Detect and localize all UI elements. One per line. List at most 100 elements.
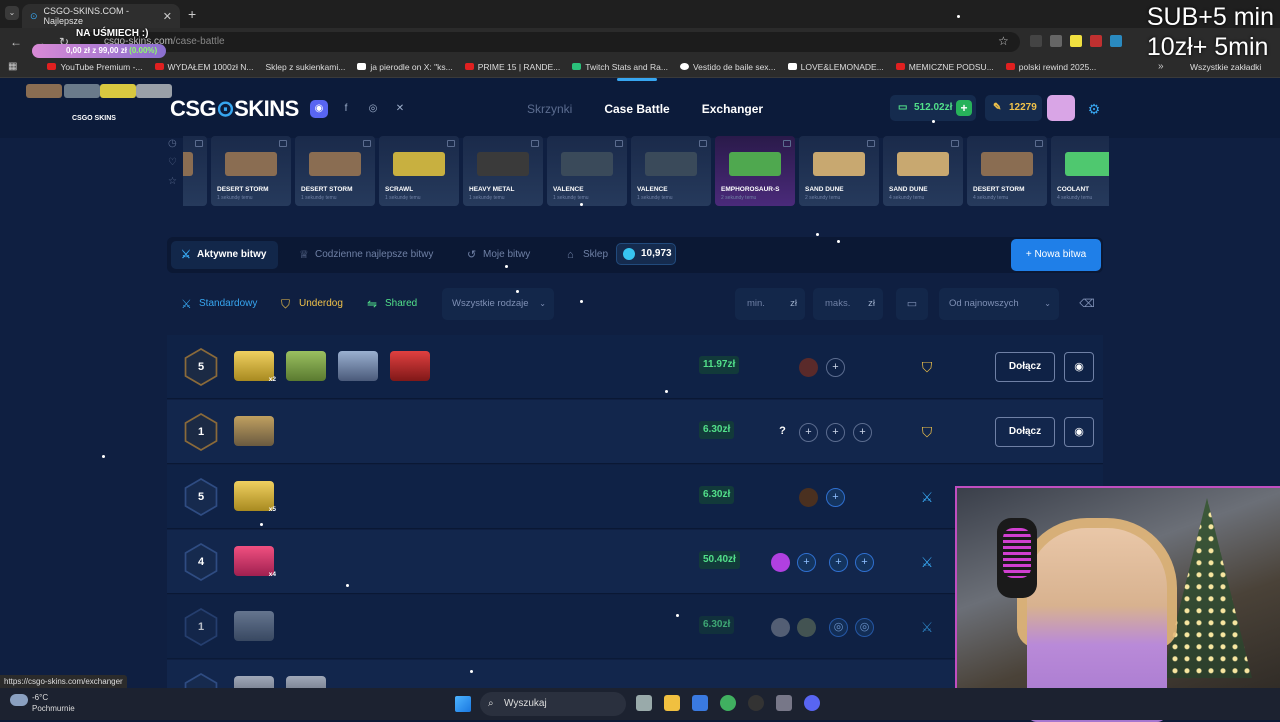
tab-daily-best[interactable]: ♕ Codzienne najlepsze bitwy: [289, 241, 433, 269]
filter-shared[interactable]: ⇋ Shared: [363, 288, 417, 320]
bookmark-item[interactable]: MEMICZNE PODSU...: [895, 62, 994, 72]
filter-standard[interactable]: ⚔ Standardowy: [177, 288, 257, 320]
file-explorer-icon[interactable]: [664, 695, 680, 711]
nav-exchanger[interactable]: Exchanger: [702, 102, 763, 116]
windows-start-icon[interactable]: [455, 696, 471, 712]
max-price-input[interactable]: maks. zł: [813, 288, 883, 320]
chrome-icon[interactable]: [720, 695, 736, 711]
empty-slot-plus-icon[interactable]: +: [855, 553, 874, 572]
drop-time: 1 sekundę temu: [469, 195, 505, 201]
bookmark-item[interactable]: LOVE&LEMONADE...: [787, 62, 884, 72]
new-tab-icon[interactable]: +: [188, 6, 196, 22]
empty-slot-plus-icon[interactable]: +: [826, 488, 845, 507]
coin-balance[interactable]: ✎ 12279: [985, 95, 1042, 121]
discord-icon[interactable]: ◉: [310, 100, 328, 118]
nav-cases[interactable]: Skrzynki: [527, 102, 572, 116]
bookmark-item[interactable]: PRIME 15 | RANDE...: [464, 62, 560, 72]
deposit-plus-icon[interactable]: +: [956, 100, 972, 116]
x-icon[interactable]: ✕: [391, 100, 409, 118]
empty-slot-plus-icon[interactable]: +: [797, 553, 816, 572]
store-icon[interactable]: [692, 695, 708, 711]
filter-underdog[interactable]: ⛉ Underdog: [277, 288, 343, 320]
bookmark-item[interactable]: Sklep z sukienkami...: [265, 62, 345, 72]
live-drop-item[interactable]: VALENCE 1 sekundę temu: [547, 136, 627, 206]
extension-icon[interactable]: [1050, 35, 1062, 47]
taskbar-search[interactable]: ⌕ Wyszukaj: [480, 692, 626, 716]
battle-row[interactable]: 1 6.30zł ? + + + ⛉ Dołącz ◉: [167, 400, 1103, 464]
user-avatar[interactable]: [1047, 95, 1075, 121]
skin-image: [183, 152, 193, 176]
nav-case-battle[interactable]: Case Battle: [604, 102, 669, 116]
tab-my-battles[interactable]: ↺ Moje bitwy: [457, 241, 530, 269]
toggle-view-icon[interactable]: ▭: [896, 288, 928, 320]
tab-shop[interactable]: ⌂ Sklep: [557, 241, 608, 269]
bookmark-item[interactable]: Vestido de baile sex...: [679, 62, 776, 72]
new-battle-button[interactable]: + Nowa bitwa: [1011, 239, 1101, 271]
browser-tab[interactable]: ⊙ CSGO-SKINS.COM - Najlepsze ✕: [22, 4, 180, 28]
weather-widget[interactable]: -6°C Pochmurnie: [10, 692, 75, 714]
site-logo[interactable]: CSG⊙SKINS: [170, 96, 299, 122]
live-drop-item[interactable]: SCRAWL 1 sekundę temu: [379, 136, 459, 206]
live-drop-item[interactable]: COOLANT 4 sekundy temu: [1051, 136, 1109, 206]
back-icon[interactable]: ←: [4, 35, 28, 49]
settings-icon[interactable]: [776, 695, 792, 711]
empty-slot-plus-icon[interactable]: +: [799, 423, 818, 442]
task-view-icon[interactable]: [636, 695, 652, 711]
battle-price: 6.30zł: [699, 616, 735, 634]
all-bookmarks-link[interactable]: Wszystkie zakładki: [1190, 62, 1261, 72]
apps-grid-icon[interactable]: ▦: [8, 61, 17, 72]
live-drop-item[interactable]: DESERT STORM 1 sekundę temu: [211, 136, 291, 206]
empty-slot-plus-icon[interactable]: +: [829, 553, 848, 572]
thumbs-up-icon[interactable]: ♡: [168, 157, 182, 168]
live-drop-item[interactable]: EMPHOROSAUR-S 2 sekundy temu: [715, 136, 795, 206]
url-field[interactable]: csgo-skins.com/case-battle: [80, 32, 1020, 52]
extension-icon[interactable]: [1070, 35, 1082, 47]
empty-slot-plus-icon[interactable]: +: [826, 423, 845, 442]
clock-icon[interactable]: ◷: [168, 138, 182, 149]
empty-slot-plus-icon[interactable]: +: [826, 358, 845, 377]
live-drop-item[interactable]: VALENCE 1 sekundę temu: [631, 136, 711, 206]
obs-icon[interactable]: [748, 695, 764, 711]
bookmark-item[interactable]: ja pierodle on X: "ks...: [357, 62, 453, 72]
live-drop-item[interactable]: HEAVY METAL 1 sekundę temu: [463, 136, 543, 206]
more-bookmarks-icon[interactable]: »: [1158, 61, 1164, 72]
discord-taskbar-icon[interactable]: [804, 695, 820, 711]
empty-slot-plus-icon[interactable]: +: [853, 423, 872, 442]
bookmark-star-icon[interactable]: ☆: [998, 34, 1009, 48]
live-drops-list: DESERT STORM 1 sekundę temu DESERT STORM 1 …: [183, 136, 1109, 208]
facebook-icon[interactable]: f: [337, 100, 355, 118]
live-drop-item[interactable]: SAND DUNE 2 sekundy temu: [799, 136, 879, 206]
live-drop-item[interactable]: SAND DUNE 4 sekundy temu: [883, 136, 963, 206]
drop-time: 4 sekundy temu: [1057, 195, 1093, 201]
gear-icon[interactable]: ⚙: [1084, 99, 1104, 119]
instagram-icon[interactable]: ◎: [364, 100, 382, 118]
tab-active-battles[interactable]: ⚔ Aktywne bitwy: [171, 241, 279, 269]
live-drop-item[interactable]: DESERT STORM 4 sekundy temu: [967, 136, 1047, 206]
battle-type-select[interactable]: Wszystkie rodzaje ⌄: [442, 288, 554, 320]
bookmark-item[interactable]: Twitch Stats and Ra...: [572, 62, 668, 72]
bookmark-item[interactable]: YouTube Premium -...: [47, 62, 143, 72]
min-price-input[interactable]: min. zł: [735, 288, 805, 320]
goal-progress-bar: 0,00 zł z 99,00 zł (0.00%): [32, 44, 166, 58]
sort-select[interactable]: Od najnowszych ⌄: [939, 288, 1059, 320]
gem-balance[interactable]: 10,973: [616, 243, 676, 265]
join-button[interactable]: Dołącz: [995, 352, 1055, 382]
live-drop-item[interactable]: [183, 136, 207, 206]
player-avatar: [771, 618, 790, 637]
extension-icon[interactable]: [1110, 35, 1122, 47]
bookmark-item[interactable]: polski rewind 2025...: [1005, 62, 1096, 72]
live-drop-item[interactable]: DESERT STORM 1 sekundę temu: [295, 136, 375, 206]
extension-icon[interactable]: [1090, 35, 1102, 47]
star-icon[interactable]: ☆: [168, 176, 182, 187]
wallet-balance[interactable]: ▭ 512.02zł +: [890, 95, 976, 121]
bookmark-item[interactable]: WYDAŁEM 1000zł N...: [154, 62, 253, 72]
watch-eye-icon[interactable]: ◉: [1064, 352, 1094, 382]
clear-filters-icon[interactable]: ⌫: [1071, 288, 1103, 320]
watch-eye-icon[interactable]: ◉: [1064, 417, 1094, 447]
battle-row[interactable]: 5 x2 11.97zł + ⛉ Dołącz ◉: [167, 335, 1103, 399]
extension-icon[interactable]: [1030, 35, 1042, 47]
join-button[interactable]: Dołącz: [995, 417, 1055, 447]
close-tab-icon[interactable]: ✕: [163, 10, 172, 23]
tab-search-icon[interactable]: ⌄: [5, 6, 19, 20]
youtube-icon: [1005, 63, 1015, 70]
